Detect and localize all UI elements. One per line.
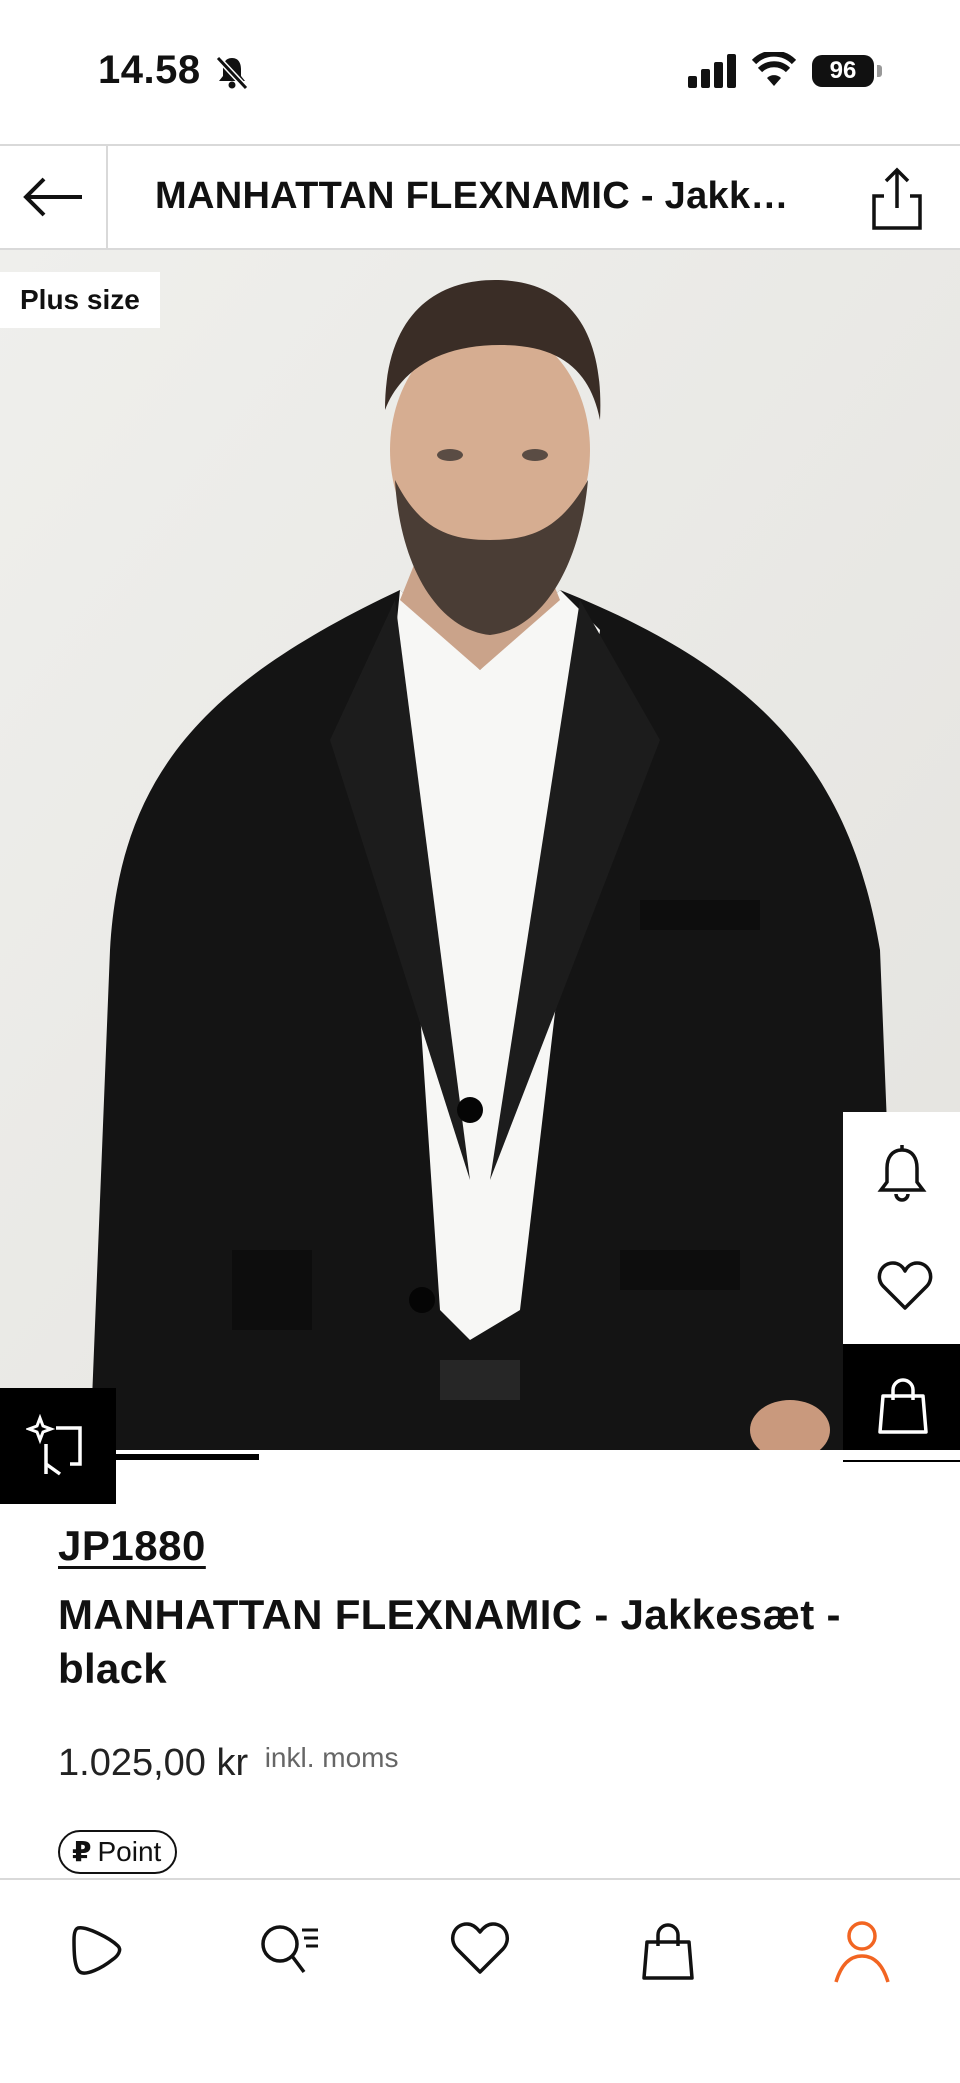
wishlist-button[interactable]: [843, 1228, 960, 1344]
tab-wishlist[interactable]: [440, 1910, 520, 1990]
bell-icon: [877, 1145, 927, 1202]
notify-button[interactable]: [843, 1112, 960, 1228]
status-bar: 14.58 96: [0, 0, 960, 144]
user-icon: [834, 1921, 890, 1983]
points-icon: ₽: [72, 1836, 92, 1867]
status-time: 14.58: [98, 48, 201, 92]
points-badge[interactable]: ₽ Point: [58, 1830, 178, 1874]
tab-search[interactable]: [248, 1910, 328, 1990]
battery-tip: [877, 65, 882, 77]
shopping-bag-icon: [642, 1923, 694, 1980]
product-name: MANHATTAN FLEXNAMIC - Jakkesæt - black: [58, 1591, 841, 1692]
tab-discover[interactable]: [56, 1910, 136, 1990]
visual-search-button[interactable]: [0, 1388, 116, 1504]
vat-note: inkl. moms: [264, 1742, 399, 1773]
battery-icon: 96: [812, 55, 874, 87]
tab-account[interactable]: [822, 1910, 902, 1990]
search-icon: [261, 1925, 318, 1974]
points-label: Point: [97, 1836, 162, 1867]
add-to-bag-button[interactable]: [843, 1344, 960, 1462]
play-icon: [72, 1926, 122, 1975]
brand-link[interactable]: JP1880: [58, 1522, 206, 1570]
price: 1.025,00 kr inkl. moms: [58, 1742, 399, 1785]
page-title: MANHATTAN FLEXNAMIC - Jakkesæt - black: [155, 175, 805, 217]
arrow-left-icon: [23, 177, 82, 217]
heart-icon: [877, 1261, 933, 1310]
signal-icon: [688, 54, 736, 88]
price-value: 1.025,00 kr: [58, 1742, 249, 1784]
heart-icon: [451, 1922, 509, 1974]
shopping-bag-icon: [878, 1378, 928, 1434]
wifi-icon: [752, 52, 796, 86]
share-button[interactable]: [862, 166, 932, 232]
side-actions: [843, 1112, 960, 1462]
plus-size-badge: Plus size: [0, 272, 160, 328]
tab-bag[interactable]: [630, 1910, 710, 1990]
product-image[interactable]: Plus size: [0, 250, 960, 1450]
product-photo: [0, 250, 960, 1450]
header: MANHATTAN FLEXNAMIC - Jakkesæt - black: [0, 146, 960, 248]
back-button[interactable]: [0, 146, 108, 248]
gallery-progress-fill: [116, 1454, 259, 1460]
tab-bar: [0, 1878, 960, 2083]
bell-slash-icon: [215, 55, 249, 91]
sparkle-frame-icon: [26, 1414, 82, 1476]
share-icon: [872, 167, 922, 230]
